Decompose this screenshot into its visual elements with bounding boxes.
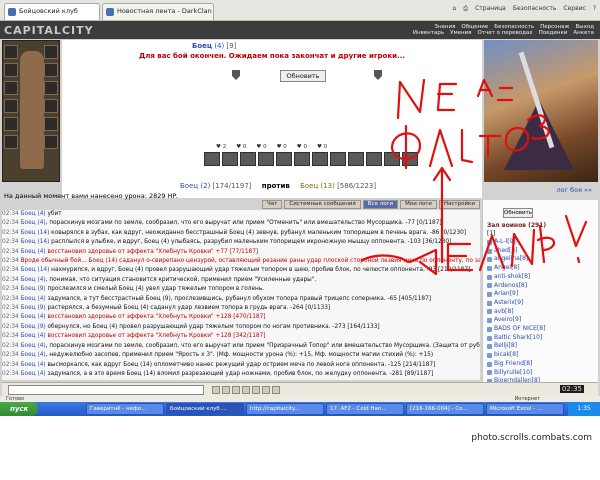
annotation-stroke (446, 242, 474, 272)
annotation-stroke (478, 126, 530, 158)
annotation-stroke (478, 234, 506, 272)
handwritten-annotation (360, 78, 588, 276)
annotation-stroke (390, 124, 422, 170)
annotation-underline (360, 254, 410, 264)
annotation-stroke (564, 214, 588, 264)
screen-photo: Бойцовский клуб Новостная лента - DarkCl… (0, 0, 600, 416)
annotation-stroke (526, 114, 550, 140)
annotation-stroke (536, 224, 555, 264)
annotation-stroke (476, 78, 514, 102)
annotation-stroke (408, 248, 438, 276)
annotation-stroke (428, 128, 474, 168)
watermark: photo.scrolls.combats.com (471, 433, 592, 443)
annotation-stroke (510, 228, 536, 268)
annotation-stroke (436, 82, 458, 112)
annotation-stroke (396, 78, 426, 120)
